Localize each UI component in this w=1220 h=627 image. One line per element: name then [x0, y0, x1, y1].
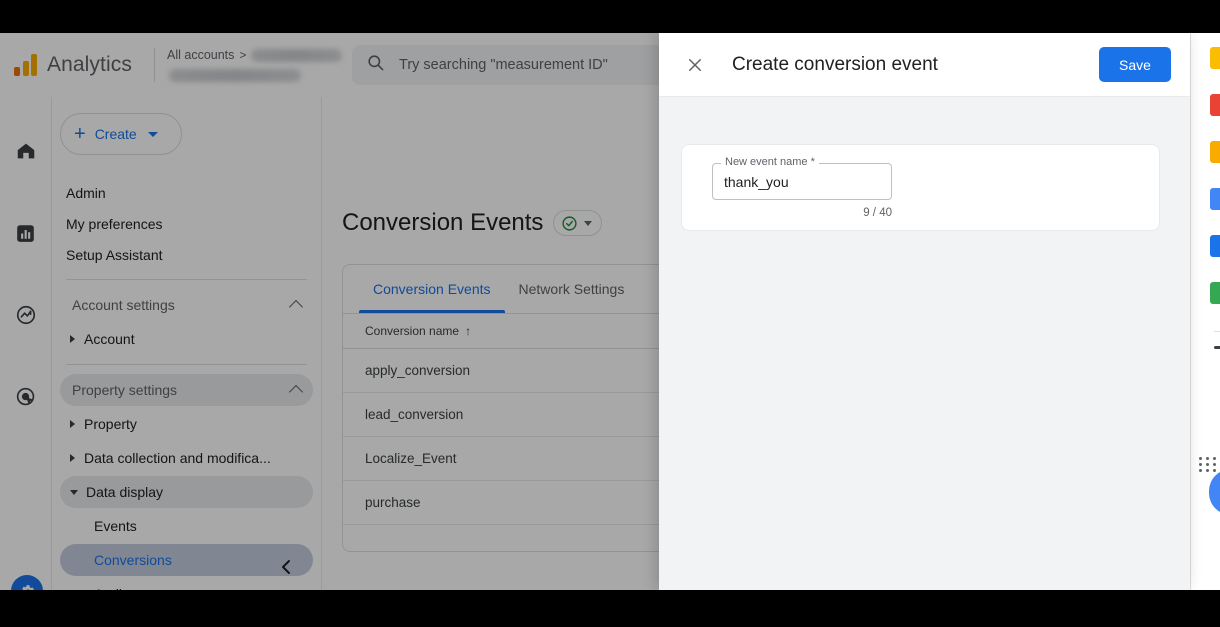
nav-item-property[interactable]: Property: [60, 408, 313, 440]
nav-links: Admin My preferences Setup Assistant: [52, 177, 321, 270]
triangle-down-icon: [70, 489, 78, 495]
new-event-name-field: New event name *: [712, 156, 892, 200]
modal-title: Create conversion event: [732, 53, 938, 75]
collapse-nav-button[interactable]: [273, 554, 299, 580]
screenshot-stage: Analytics All accounts > Try searching "…: [0, 0, 1220, 627]
home-icon[interactable]: [14, 139, 38, 163]
divider: [154, 48, 155, 82]
cell-conversion-name: apply_conversion: [343, 348, 683, 393]
tab-network-settings[interactable]: Network Settings: [505, 265, 639, 313]
nav-item-data-collection[interactable]: Data collection and modifica...: [60, 442, 313, 474]
breadcrumb-separator: >: [239, 48, 247, 62]
nav-item-label: Setup Assistant: [66, 246, 163, 263]
triangle-right-icon: [70, 454, 75, 462]
explore-icon[interactable]: [14, 303, 38, 327]
reports-icon[interactable]: [14, 221, 38, 245]
contacts-icon[interactable]: [1210, 235, 1220, 257]
google-side-panel: [1190, 33, 1220, 590]
apps-grid-icon[interactable]: [1199, 457, 1217, 472]
breadcrumb-property-redacted: [169, 69, 301, 82]
nav-item-my-preferences[interactable]: My preferences: [66, 208, 307, 239]
browser-viewport: Analytics All accounts > Try searching "…: [0, 33, 1220, 590]
chevron-left-icon: [282, 560, 290, 574]
nav-item-events[interactable]: Events: [60, 510, 313, 542]
icon-rail: [0, 97, 52, 590]
analytics-bars-icon: [14, 54, 37, 76]
breadcrumb-account-redacted: [251, 48, 342, 62]
nav-item-label: Data collection and modifica...: [84, 450, 271, 466]
nav-item-label: My preferences: [66, 215, 163, 232]
nav-item-label: Events: [94, 518, 137, 534]
search-input[interactable]: Try searching "measurement ID": [399, 57, 608, 73]
product-name: Analytics: [47, 53, 132, 76]
close-icon[interactable]: [683, 53, 707, 77]
cell-conversion-name: Localize_Event: [343, 436, 683, 481]
gmail-icon[interactable]: [1210, 94, 1220, 116]
tab-conversion-events[interactable]: Conversion Events: [359, 265, 505, 313]
cell-conversion-name: lead_conversion: [343, 392, 683, 437]
search-icon: [366, 53, 385, 77]
save-button[interactable]: Save: [1099, 47, 1171, 82]
check-circle-icon: [562, 215, 578, 231]
character-counter: 9 / 40: [863, 207, 892, 219]
column-label: Conversion name: [365, 324, 460, 338]
divider: [1214, 331, 1220, 332]
event-name-form-card: New event name * 9 / 40: [681, 144, 1160, 231]
advertising-icon[interactable]: [14, 385, 38, 409]
chevron-down-icon: [147, 131, 158, 137]
chevron-up-icon: [288, 384, 304, 400]
plus-icon: +: [74, 123, 86, 145]
nav-group-property-settings[interactable]: Property settings: [60, 374, 313, 406]
nav-group-account-settings[interactable]: Account settings: [60, 289, 313, 321]
triangle-right-icon: [70, 420, 75, 428]
tab-label: Conversion Events: [373, 281, 491, 297]
column-header-conversion-name[interactable]: Conversion name ↑: [343, 313, 683, 349]
nav-divider: [66, 279, 307, 280]
maps-icon[interactable]: [1210, 282, 1220, 304]
nav-divider: [66, 364, 307, 365]
calendar-icon[interactable]: [1210, 141, 1220, 163]
nav-item-label: Audiences: [94, 586, 159, 590]
nav-item-setup-assistant[interactable]: Setup Assistant: [66, 239, 307, 270]
nav-item-admin[interactable]: Admin: [66, 177, 307, 208]
triangle-right-icon: [70, 335, 75, 343]
nav-item-data-display[interactable]: Data display: [60, 476, 313, 508]
create-conversion-event-panel: Create conversion event Save New event n…: [659, 33, 1190, 590]
cell-conversion-name: purchase: [343, 480, 683, 525]
nav-item-label: Property: [84, 416, 137, 432]
admin-gear-button[interactable]: [11, 575, 43, 590]
tasks-icon[interactable]: [1210, 188, 1220, 210]
settings-nav-panel: + Create Admin My preferences Setup Assi…: [52, 97, 322, 590]
sort-ascending-icon: ↑: [465, 324, 472, 338]
create-button[interactable]: + Create: [60, 113, 182, 155]
modal-header: Create conversion event Save: [659, 33, 1190, 97]
chevron-up-icon: [288, 299, 304, 315]
breadcrumb[interactable]: All accounts >: [167, 48, 342, 82]
chevron-down-icon: [584, 220, 593, 226]
nav-item-label: Admin: [66, 184, 106, 201]
create-button-label: Create: [94, 126, 137, 142]
page-title: Conversion Events: [342, 209, 544, 236]
analytics-logo[interactable]: Analytics: [0, 33, 152, 97]
keep-icon[interactable]: [1210, 47, 1220, 69]
nav-item-label: Data display: [86, 484, 164, 500]
expand-side-panel-button[interactable]: [1209, 469, 1220, 515]
nav-group-label: Property settings: [72, 382, 178, 398]
new-event-name-input[interactable]: [712, 163, 892, 200]
breadcrumb-root[interactable]: All accounts: [167, 48, 234, 62]
add-on-icon[interactable]: [1214, 346, 1220, 349]
status-badge[interactable]: [553, 210, 603, 236]
nav-group-label: Account settings: [72, 297, 175, 313]
nav-item-account[interactable]: Account: [60, 323, 313, 355]
nav-item-label: Account: [84, 331, 135, 347]
tab-label: Network Settings: [518, 281, 625, 297]
nav-item-label: Conversions: [94, 552, 172, 568]
